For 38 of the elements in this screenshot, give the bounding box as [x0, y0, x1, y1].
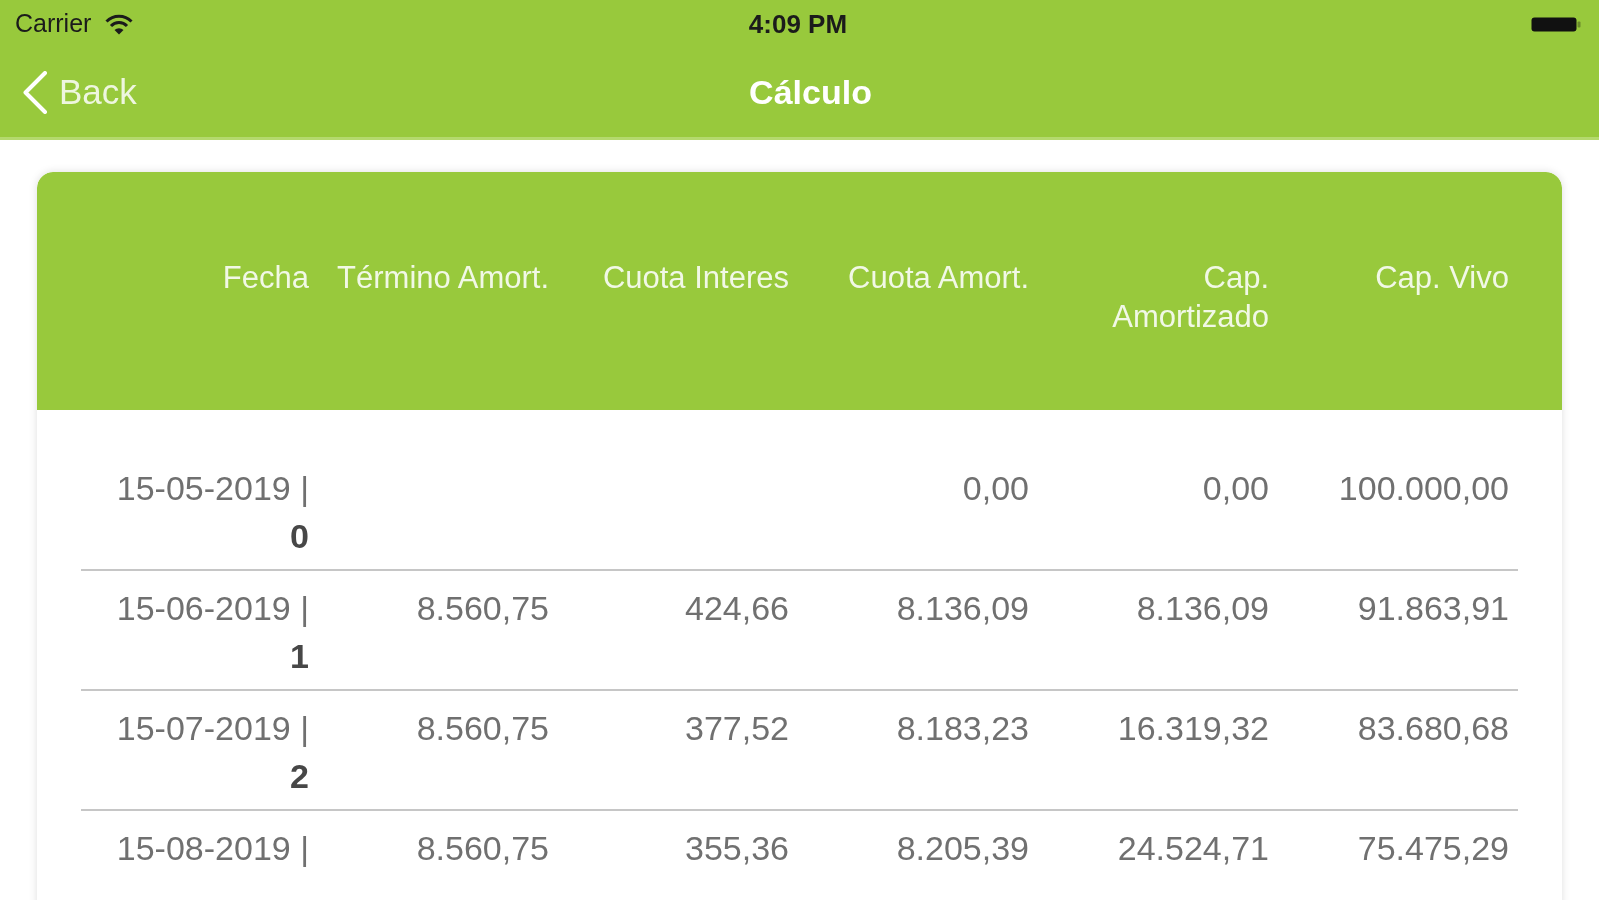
installment-number: 1: [290, 636, 309, 677]
column-header: Cap. Amortizado: [1111, 259, 1269, 336]
battery-icon: [1531, 16, 1581, 32]
chevron-left-icon: [22, 71, 48, 114]
table-cell-text: 8.136,09: [1136, 588, 1269, 629]
date-text: 15-08-2019 |: [116, 828, 309, 869]
table-cell-text: 8.560,75: [416, 588, 549, 629]
table-cell-text: 0,00: [1202, 468, 1269, 509]
date-text: 15-05-2019 |: [116, 468, 309, 509]
installment-number: 0: [290, 516, 309, 557]
date-text: 15-07-2019 |: [116, 708, 309, 749]
column-header: Cap. Vivo: [1375, 259, 1509, 297]
table-cell-text: 24.524,71: [1117, 828, 1269, 869]
table-cell-text: 0,00: [962, 468, 1029, 509]
table-cell-text: 8.136,09: [896, 588, 1029, 629]
wifi-icon: [105, 13, 134, 35]
table-cell-text: 8.560,75: [416, 708, 549, 749]
table-cell-text: 8.560,75: [416, 828, 549, 869]
table-cell-text: 355,36: [685, 828, 789, 869]
table-cell-text: 75.475,29: [1357, 828, 1509, 869]
column-header: Fecha: [222, 259, 309, 297]
date-text: 15-06-2019 |: [116, 588, 309, 629]
installment-number: 2: [290, 756, 309, 797]
table-cell-text: 8.205,39: [896, 828, 1029, 869]
table-cell-text: 8.183,23: [896, 708, 1029, 749]
carrier-text: Carrier: [15, 8, 92, 40]
table-cell-text: 100.000,00: [1338, 468, 1509, 509]
clock-text: 4:09 PM: [748, 7, 848, 41]
table-cell-text: 83.680,68: [1357, 708, 1509, 749]
back-button[interactable]: Back: [22, 66, 137, 119]
table-cell-text: 16.319,32: [1117, 708, 1269, 749]
column-header: Término Amort.: [337, 259, 549, 297]
screen-title: Cálculo: [749, 72, 872, 113]
table-cell-text: 377,52: [685, 708, 789, 749]
column-header: Cuota Amort.: [848, 259, 1029, 297]
table-cell-text: 91.863,91: [1357, 588, 1509, 629]
column-header: Cuota Interes: [602, 259, 789, 297]
table-cell-text: 424,66: [685, 588, 789, 629]
